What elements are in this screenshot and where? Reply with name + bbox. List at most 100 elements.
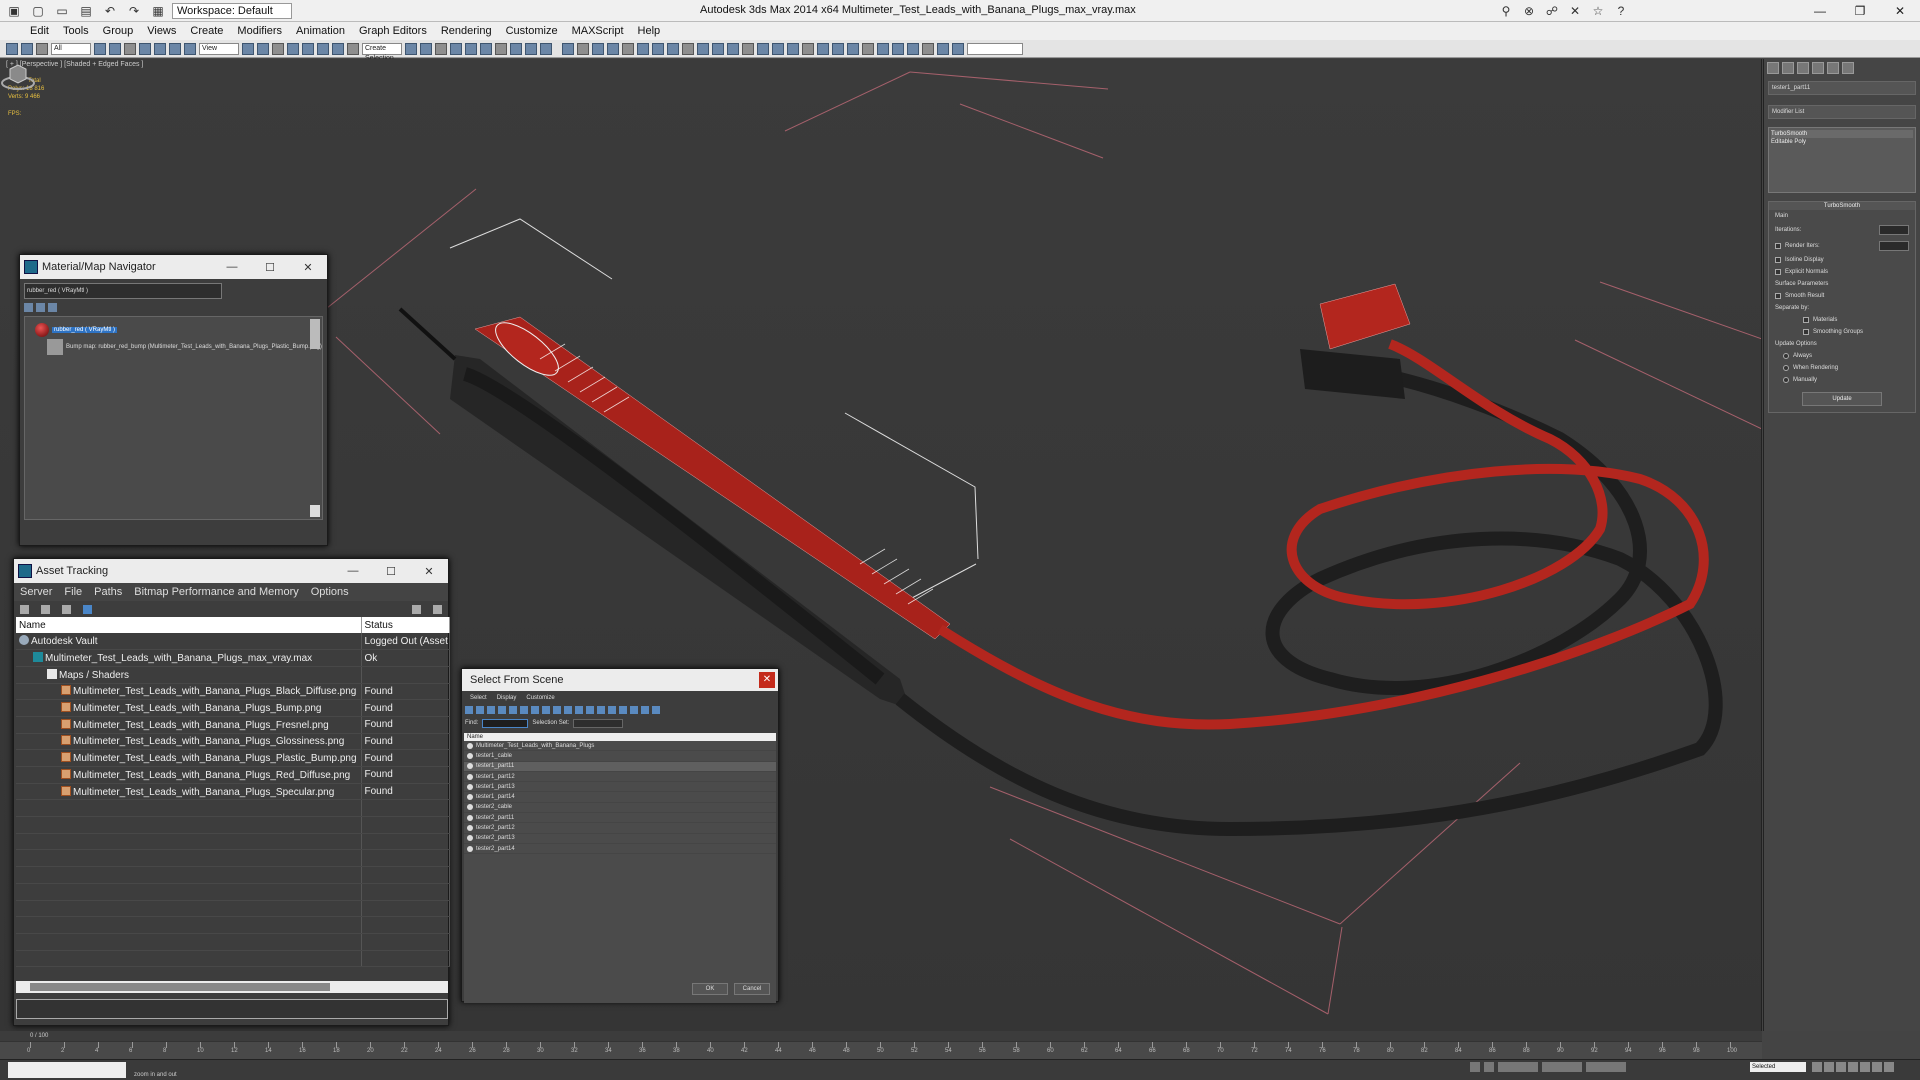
unlink-icon[interactable]	[21, 42, 33, 55]
asset-scroll-thumb[interactable]	[30, 983, 330, 991]
menu-rendering[interactable]: Rendering	[441, 25, 492, 37]
minimize-icon[interactable]: —	[213, 261, 251, 274]
rendered-frame-window-icon[interactable]	[525, 42, 537, 55]
asset-row[interactable]: Multimeter_Test_Leads_with_Banana_Plugs_…	[16, 733, 450, 751]
vray-dome-icon[interactable]	[772, 42, 784, 55]
viewcube-icon[interactable]	[0, 59, 36, 91]
scene-list-item[interactable]: tester1_part13	[464, 782, 776, 793]
menu-customize[interactable]: Customize	[506, 25, 558, 37]
vray-toolbar-icon-4[interactable]	[607, 42, 619, 55]
explicit-normals-checkbox[interactable]	[1775, 269, 1781, 275]
selection-set-dropdown[interactable]	[573, 718, 624, 728]
app-menu-icon[interactable]: ▣	[4, 2, 24, 20]
menu-graph-editors[interactable]: Graph Editors	[359, 25, 427, 37]
menu-file[interactable]: File	[64, 586, 82, 598]
snaps-toggle-icon[interactable]	[287, 42, 299, 55]
toolbar-extra-dropdown[interactable]	[967, 42, 1023, 55]
time-slider[interactable]: 0 / 100	[0, 1031, 1762, 1041]
vray-sphere-icon[interactable]	[697, 42, 709, 55]
toolbar-extra-icon-11[interactable]	[937, 42, 949, 55]
undo-icon[interactable]: ↶	[100, 2, 120, 20]
utilities-tab-icon[interactable]	[1842, 62, 1854, 74]
select-all-icon[interactable]	[597, 706, 605, 714]
menu-animation[interactable]: Animation	[296, 25, 345, 37]
material-name-field[interactable]: rubber_red ( VRayMtl )	[24, 283, 222, 299]
pan-icon[interactable]	[1884, 1062, 1894, 1072]
save-icon[interactable]: ▤	[76, 2, 96, 20]
isoline-checkbox[interactable]	[1775, 257, 1781, 263]
window-crossing-icon[interactable]	[139, 42, 151, 55]
tree-scrollbar[interactable]	[310, 319, 320, 349]
help-icon[interactable]	[412, 604, 421, 614]
pivot-center-icon[interactable]	[242, 42, 254, 55]
render-setup-icon[interactable]	[510, 42, 522, 55]
vray-plane-icon[interactable]	[742, 42, 754, 55]
x-coordinate-field[interactable]	[1498, 1062, 1538, 1072]
scene-list-item[interactable]: tester2_part11	[464, 813, 776, 824]
asset-row[interactable]: Autodesk Vault Logged Out (Asset	[16, 633, 450, 651]
reference-coordinate-dropdown[interactable]: View	[199, 42, 239, 55]
display-tab-icon[interactable]	[1827, 62, 1839, 74]
view-small-icons-icon[interactable]	[48, 303, 57, 312]
vray-fur-icon[interactable]	[727, 42, 739, 55]
render-iters-checkbox[interactable]	[1775, 243, 1781, 249]
view-list-icons-icon[interactable]	[36, 303, 45, 312]
filter-geometry-icon[interactable]	[465, 706, 473, 714]
asset-row[interactable]: Multimeter_Test_Leads_with_Banana_Plugs_…	[16, 749, 450, 767]
tree-view-icon[interactable]	[41, 604, 50, 614]
column-header-status[interactable]: Status	[361, 617, 450, 633]
named-selection-dropdown[interactable]: Create Selection	[362, 42, 402, 62]
create-tab-icon[interactable]	[1767, 62, 1779, 74]
select-none-icon[interactable]	[608, 706, 616, 714]
z-coordinate-field[interactable]	[1586, 1062, 1626, 1072]
scene-list-item[interactable]: tester2_part14	[464, 844, 776, 855]
maximize-icon[interactable]: ❐	[1840, 0, 1880, 22]
link-icon[interactable]	[6, 42, 18, 55]
close-icon[interactable]: ✕	[410, 565, 448, 578]
cancel-button[interactable]: Cancel	[734, 983, 770, 995]
redo-icon[interactable]: ↷	[124, 2, 144, 20]
project-folder-icon[interactable]: ▦	[148, 2, 168, 20]
modifier-list-dropdown[interactable]: Modifier List	[1768, 105, 1916, 119]
scene-list-item[interactable]: tester1_cable	[464, 751, 776, 762]
curve-editor-icon[interactable]	[465, 42, 477, 55]
angle-snap-icon[interactable]	[302, 42, 314, 55]
material-navigator-titlebar[interactable]: Material/Map Navigator — ☐ ✕	[20, 255, 327, 279]
column-header-name[interactable]: Name	[16, 617, 362, 633]
list-view-icon[interactable]	[20, 604, 29, 614]
align-icon[interactable]	[420, 42, 432, 55]
select-by-name-icon[interactable]	[109, 42, 121, 55]
object-name-field[interactable]: tester1_part11	[1768, 81, 1916, 95]
vray-toolbar-icon-1[interactable]	[562, 42, 574, 55]
filter-spacewarps-icon[interactable]	[520, 706, 528, 714]
selection-filter-dropdown[interactable]: All	[51, 42, 91, 55]
toolbar-extra-icon-7[interactable]	[877, 42, 889, 55]
update-button[interactable]: Update	[1802, 392, 1882, 406]
menu-select[interactable]: Select	[470, 695, 487, 701]
vray-toolbar-icon-3[interactable]	[592, 42, 604, 55]
minimize-icon[interactable]: —	[334, 565, 372, 578]
maximize-icon[interactable]: ☐	[372, 565, 410, 578]
rollout-title[interactable]: TurboSmooth	[1769, 202, 1915, 210]
graphite-toggle-icon[interactable]	[450, 42, 462, 55]
toolbar-extra-icon-12[interactable]	[952, 42, 964, 55]
material-editor-icon[interactable]	[495, 42, 507, 55]
stack-item-turbosmooth[interactable]: TurboSmooth	[1771, 130, 1913, 138]
always-radio[interactable]	[1783, 353, 1789, 359]
scene-list-item[interactable]: Multimeter_Test_Leads_with_Banana_Plugs	[464, 741, 776, 752]
tree-node-material[interactable]: rubber_red ( VRayMtl )	[35, 323, 118, 337]
tree-node-bump-map[interactable]: Bump map: rubber_red_bump (Multimeter_Te…	[47, 339, 322, 355]
scale-icon[interactable]	[184, 42, 196, 55]
mirror-icon[interactable]	[405, 42, 417, 55]
menu-maxscript[interactable]: MAXScript	[572, 25, 624, 37]
vray-camera-icon[interactable]	[757, 42, 769, 55]
iterations-spinner[interactable]	[1879, 225, 1909, 235]
scene-list-item[interactable]: tester1_part12	[464, 772, 776, 783]
favorites-icon[interactable]: ☆	[1588, 2, 1608, 20]
display-all-icon[interactable]	[564, 706, 572, 714]
maximize-icon[interactable]: ☐	[251, 261, 289, 274]
vray-light-icon[interactable]	[667, 42, 679, 55]
find-input[interactable]	[482, 718, 529, 728]
close-icon[interactable]: ✕	[1880, 0, 1920, 22]
toolbar-extra-icon-3[interactable]	[817, 42, 829, 55]
